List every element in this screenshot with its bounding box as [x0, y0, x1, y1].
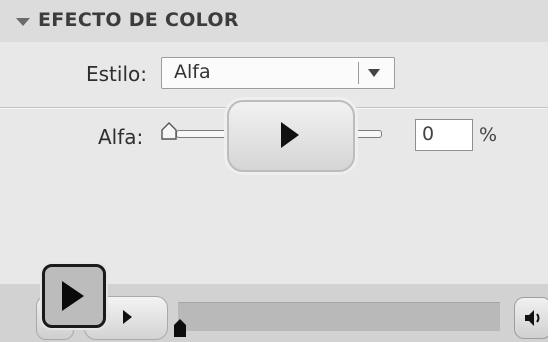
alpha-value: 0: [422, 123, 435, 145]
alpha-value-input[interactable]: 0: [415, 119, 473, 151]
section-title: EFECTO DE COLOR: [38, 9, 239, 31]
style-select-value: Alfa: [174, 61, 211, 83]
progress-track[interactable]: [178, 302, 500, 331]
speaker-icon: [525, 310, 540, 326]
play-icon: [123, 310, 132, 324]
color-effect-panel: EFECTO DE COLOR Estilo: Alfa Alfa: 0 %: [0, 0, 556, 342]
focused-play-button[interactable]: [42, 264, 106, 328]
style-select[interactable]: Alfa: [161, 57, 395, 89]
section-header[interactable]: EFECTO DE COLOR: [0, 0, 548, 42]
chevron-down-icon[interactable]: [368, 69, 380, 77]
slider-handle-icon[interactable]: [160, 122, 178, 140]
percent-unit: %: [479, 124, 498, 146]
play-overlay-button[interactable]: [227, 100, 355, 172]
play-icon: [281, 122, 299, 148]
progress-handle-icon[interactable]: [173, 318, 187, 338]
collapse-triangle-icon[interactable]: [16, 18, 30, 26]
select-separator: [358, 62, 359, 84]
play-icon: [62, 281, 84, 311]
volume-button[interactable]: [514, 297, 552, 339]
style-label: Estilo:: [86, 62, 147, 86]
right-edge: [548, 0, 556, 342]
alpha-label: Alfa:: [98, 125, 144, 149]
